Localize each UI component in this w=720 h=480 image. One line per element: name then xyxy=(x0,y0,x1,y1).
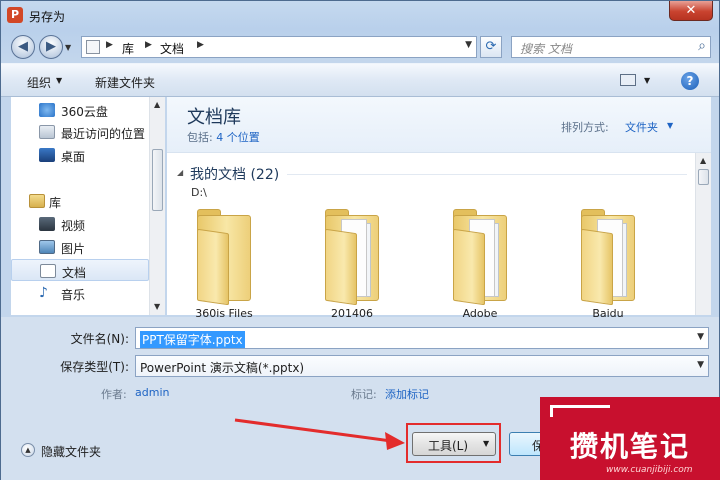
folder-item[interactable]: 360js Files xyxy=(191,207,257,320)
cloud-drive-icon xyxy=(39,103,55,117)
forward-button[interactable]: ▶ xyxy=(39,35,63,59)
file-list-scrollbar[interactable]: ▲ xyxy=(695,153,711,315)
chevron-down-icon: ▼ xyxy=(56,76,63,85)
back-button[interactable]: ◀ xyxy=(11,35,35,59)
refresh-button[interactable]: ⟳ xyxy=(480,36,502,58)
powerpoint-app-icon: P xyxy=(7,7,23,23)
sidebar-item-360-cloud[interactable]: 360云盘 xyxy=(11,99,149,121)
recent-pages-dropdown-icon[interactable]: ▼ xyxy=(65,43,71,52)
folder-item[interactable]: Adobe xyxy=(447,207,513,320)
collapse-group-icon[interactable]: ◢ xyxy=(177,168,183,177)
sidebar-item-pictures[interactable]: 图片 xyxy=(11,236,149,258)
tools-button-label: 工具(L) xyxy=(428,439,469,453)
group-divider xyxy=(287,174,687,175)
sidebar-item-label: 文档 xyxy=(62,266,87,280)
scroll-up-icon[interactable]: ▲ xyxy=(700,156,706,165)
documents-icon xyxy=(40,264,56,278)
tags-label: 标记: xyxy=(351,388,377,401)
address-dropdown-icon[interactable]: ▼ xyxy=(465,40,472,50)
search-input[interactable]: 搜索 文档 ⌕ xyxy=(511,36,711,58)
breadcrumb-separator-icon[interactable]: ▶ xyxy=(197,40,204,50)
sidebar-item-libraries[interactable]: 库 xyxy=(11,190,149,212)
sidebar-item-label: 图片 xyxy=(61,242,86,256)
address-folder-icon xyxy=(86,40,100,54)
search-icon[interactable]: ⌕ xyxy=(698,38,706,54)
library-icon xyxy=(29,194,45,208)
chevron-down-icon: ▼ xyxy=(483,439,490,448)
library-includes: 包括: 4 个位置 xyxy=(187,129,260,145)
sidebar-item-recent-places[interactable]: 最近访问的位置 xyxy=(11,121,149,143)
recent-places-icon xyxy=(39,125,55,139)
music-icon: ♪ xyxy=(39,285,48,301)
sidebar-item-desktop[interactable]: 桌面 xyxy=(11,144,149,166)
sidebar-item-label: 音乐 xyxy=(61,288,86,302)
filetype-label: 保存类型(T): xyxy=(60,360,129,374)
view-options-dropdown-icon[interactable]: ▼ xyxy=(644,76,650,85)
scrollbar-thumb[interactable] xyxy=(698,169,709,185)
library-header: 文档库 包括: 4 个位置 排列方式: 文件夹 ▼ xyxy=(167,97,711,153)
help-button[interactable]: ? xyxy=(681,72,699,90)
watermark-text: 攒机笔记 xyxy=(570,430,691,463)
search-placeholder: 搜索 文档 xyxy=(520,42,572,56)
title-bar: P 另存为 ✕ xyxy=(1,1,719,31)
filename-value[interactable]: PPT保留字体.pptx xyxy=(140,331,245,348)
command-bar: 组织 ▼ 新建文件夹 ▼ ? xyxy=(1,63,719,97)
chevron-down-icon[interactable]: ▼ xyxy=(667,121,673,130)
library-title: 文档库 xyxy=(187,107,241,128)
group-title[interactable]: 我的文档 (22) xyxy=(190,164,279,184)
folder-item[interactable]: 201406 xyxy=(319,207,385,320)
filename-field[interactable]: PPT保留字体.pptx ▼ xyxy=(135,327,709,349)
sidebar-item-label: 最近访问的位置 xyxy=(61,127,146,141)
filetype-select[interactable]: PowerPoint 演示文稿(*.pptx) ▼ xyxy=(135,355,709,377)
navigation-scrollbar[interactable]: ▲ ▼ xyxy=(149,97,165,315)
scroll-up-icon[interactable]: ▲ xyxy=(154,100,160,109)
add-tags-link[interactable]: 添加标记 xyxy=(385,386,429,402)
author-label: 作者: xyxy=(101,388,127,401)
collapse-up-icon[interactable]: ▲ xyxy=(21,443,35,457)
window-title: 另存为 xyxy=(29,10,66,24)
change-view-icon[interactable] xyxy=(620,74,636,86)
arrange-by-label: 排列方式: xyxy=(561,121,609,134)
logo-ornament-icon xyxy=(550,405,610,417)
watermark-url: www.cuanjibiji.com xyxy=(606,465,693,475)
scroll-down-icon[interactable]: ▼ xyxy=(154,302,160,311)
hide-folders-label[interactable]: 隐藏文件夹 xyxy=(41,443,101,460)
navigation-pane: 360云盘 最近访问的位置 桌面 库 视频 图片 文档 ♪ 音乐 ▲ ▼ xyxy=(11,97,165,315)
annotation-arrow-icon xyxy=(234,418,405,450)
sidebar-item-documents[interactable]: 文档 xyxy=(11,259,149,281)
close-button[interactable]: ✕ xyxy=(669,1,713,21)
sidebar-item-label: 视频 xyxy=(61,219,86,233)
sidebar-item-label: 360云盘 xyxy=(61,105,108,119)
scrollbar-thumb[interactable] xyxy=(152,149,163,211)
desktop-icon xyxy=(39,148,55,162)
group-path: D:\ xyxy=(191,186,207,199)
filetype-value: PowerPoint 演示文稿(*.pptx) xyxy=(140,361,305,375)
watermark-logo: 攒机笔记 www.cuanjibiji.com xyxy=(540,397,720,480)
filetype-dropdown-icon[interactable]: ▼ xyxy=(697,360,704,370)
new-folder-button[interactable]: 新建文件夹 xyxy=(95,74,155,91)
organize-button[interactable]: 组织 xyxy=(27,74,51,91)
breadcrumb-library[interactable]: 库 xyxy=(122,40,134,57)
filename-label: 文件名(N): xyxy=(70,332,129,346)
pictures-icon xyxy=(39,240,55,254)
sidebar-item-label: 桌面 xyxy=(61,150,86,164)
includes-label: 包括: xyxy=(187,131,213,144)
author-value[interactable]: admin xyxy=(135,386,169,399)
breadcrumb-documents[interactable]: 文档 xyxy=(160,40,184,57)
sidebar-item-label: 库 xyxy=(49,196,62,210)
tools-button[interactable]: 工具(L) ▼ xyxy=(412,432,496,456)
folder-item[interactable]: Baidu xyxy=(575,207,641,320)
address-bar[interactable]: ▶ 库 ▶ 文档 ▶ ▼ xyxy=(81,36,477,58)
sidebar-item-music[interactable]: ♪ 音乐 xyxy=(11,282,149,304)
breadcrumb-separator-icon[interactable]: ▶ xyxy=(145,40,152,50)
filename-dropdown-icon[interactable]: ▼ xyxy=(697,332,704,342)
includes-locations-link[interactable]: 4 个位置 xyxy=(216,131,260,144)
arrange-by-dropdown[interactable]: 文件夹 xyxy=(625,119,658,135)
sidebar-item-videos[interactable]: 视频 xyxy=(11,213,149,235)
file-list-pane: 文档库 包括: 4 个位置 排列方式: 文件夹 ▼ ◢ 我的文档 (22) D:… xyxy=(167,97,711,320)
video-icon xyxy=(39,217,55,231)
breadcrumb-separator-icon[interactable]: ▶ xyxy=(106,40,113,50)
